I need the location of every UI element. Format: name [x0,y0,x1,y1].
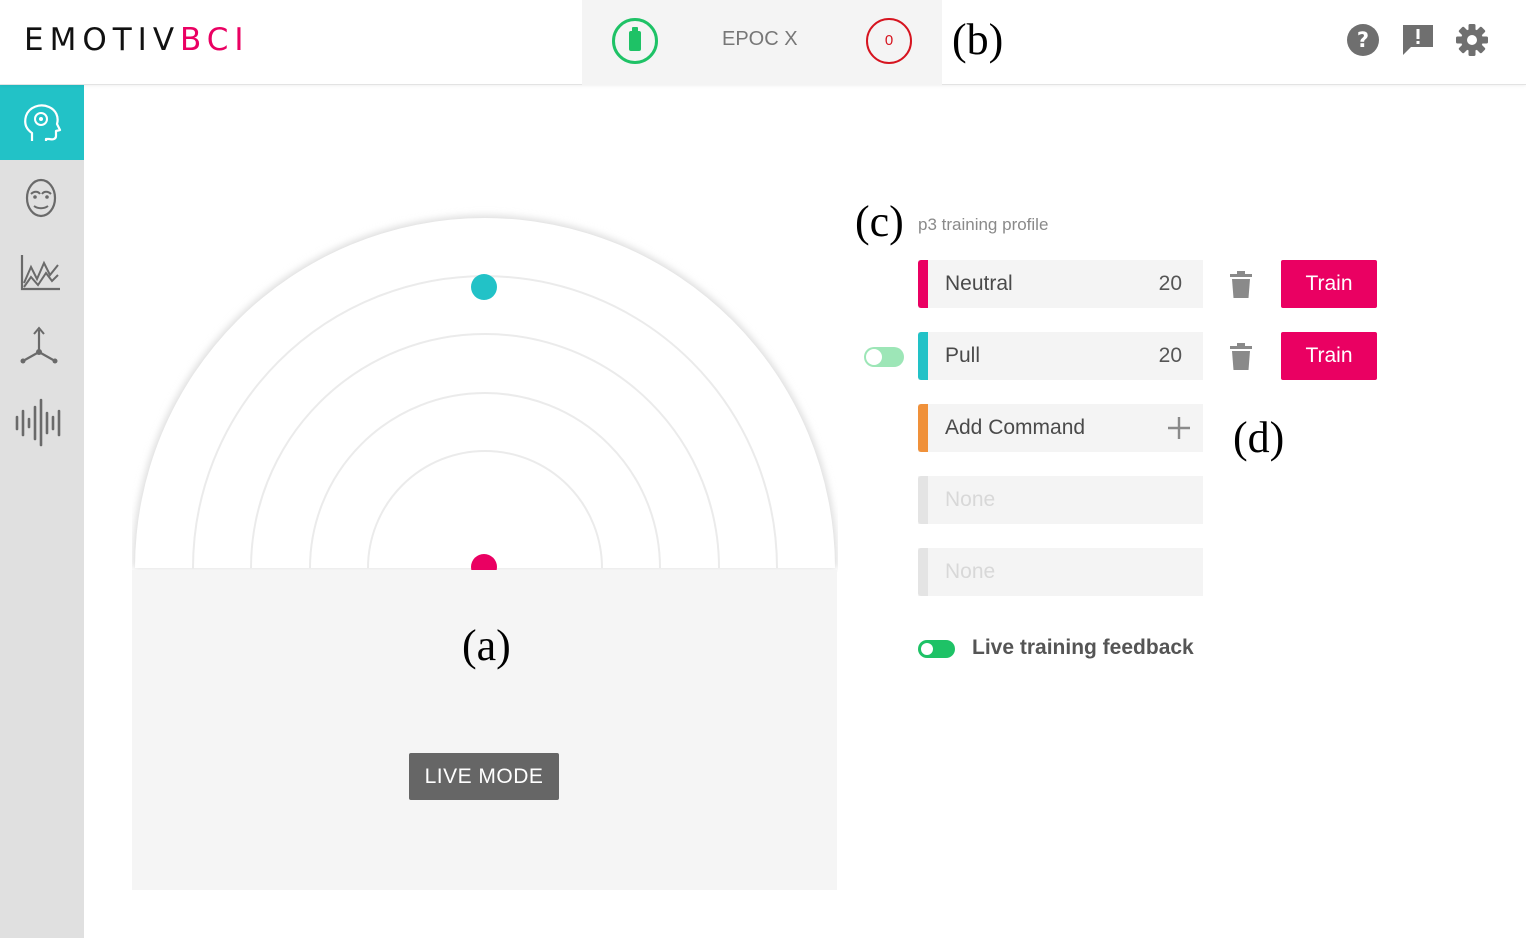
figure-label-d: (d) [1233,413,1285,462]
device-status-panel[interactable]: EPOC X 0 [582,0,942,85]
facial-expressions-icon [25,178,57,218]
command-slot-empty: None [918,548,1203,596]
emotiv-logo: EMOTIVBCI [24,24,250,56]
motion-icon [20,326,58,364]
sidebar-item-performance-metrics[interactable] [0,235,84,310]
command-color-bar [918,332,928,380]
command-slot-empty: None [918,476,1203,524]
train-neutral-button[interactable]: Train [1281,260,1377,308]
sidebar-item-mental-commands[interactable] [0,85,84,160]
command-name: None [945,488,996,511]
trash-icon[interactable] [1228,342,1254,372]
help-icon[interactable]: ? [1345,22,1381,58]
command-color-bar [918,476,928,524]
command-color-bar [918,404,928,452]
command-name: Add Command [945,416,1086,439]
trash-icon[interactable] [1228,270,1254,300]
command-color-bar [918,260,928,308]
performance-metrics-icon [20,255,60,291]
command-name: Pull [945,344,981,367]
plus-icon [1168,417,1190,439]
raw-eeg-icon [15,398,61,447]
logo-text-emotiv: EMOTIV [24,22,181,58]
sidebar-item-raw-eeg[interactable] [0,385,84,460]
command-count: 20 [1158,344,1182,367]
live-mode-button[interactable]: LIVE MODE [409,753,559,800]
command-pull[interactable]: Pull 20 [918,332,1203,380]
sidebar-item-motion[interactable] [0,310,84,385]
train-pull-button[interactable]: Train [1281,332,1377,380]
svg-text:?: ? [1357,28,1369,52]
command-name: None [945,560,996,583]
radial-command-display [133,216,837,572]
visualization-lower-panel: LIVE MODE [132,570,837,890]
figure-label-c: (c) [855,197,904,246]
settings-icon[interactable] [1454,22,1490,58]
command-count: 20 [1158,272,1182,295]
profile-name: p3 training profile [918,215,1049,234]
command-neutral[interactable]: Neutral 20 [918,260,1203,308]
feedback-icon[interactable] [1400,22,1436,58]
training-visualization: LIVE MODE (a) [132,190,838,890]
battery-icon [612,18,658,64]
pull-enable-toggle[interactable] [864,347,904,367]
top-bar: EMOTIVBCI EPOC X 0 (b) ? [0,0,1526,85]
sidebar [0,85,84,938]
live-feedback-toggle[interactable] [918,640,955,658]
live-feedback-label: Live training feedback [972,636,1194,659]
command-name: Neutral [945,272,1013,295]
target-indicator [471,274,497,300]
device-name: EPOC X [722,28,798,50]
figure-label-a: (a) [462,621,511,670]
sidebar-item-facial-expressions[interactable] [0,160,84,235]
figure-label-b: (b) [952,15,1004,64]
mental-commands-icon [24,104,62,141]
signal-quality-indicator: 0 [866,18,912,64]
add-command-button[interactable]: Add Command [918,404,1203,452]
command-color-bar [918,548,928,596]
logo-text-bci: BCI [180,22,250,58]
